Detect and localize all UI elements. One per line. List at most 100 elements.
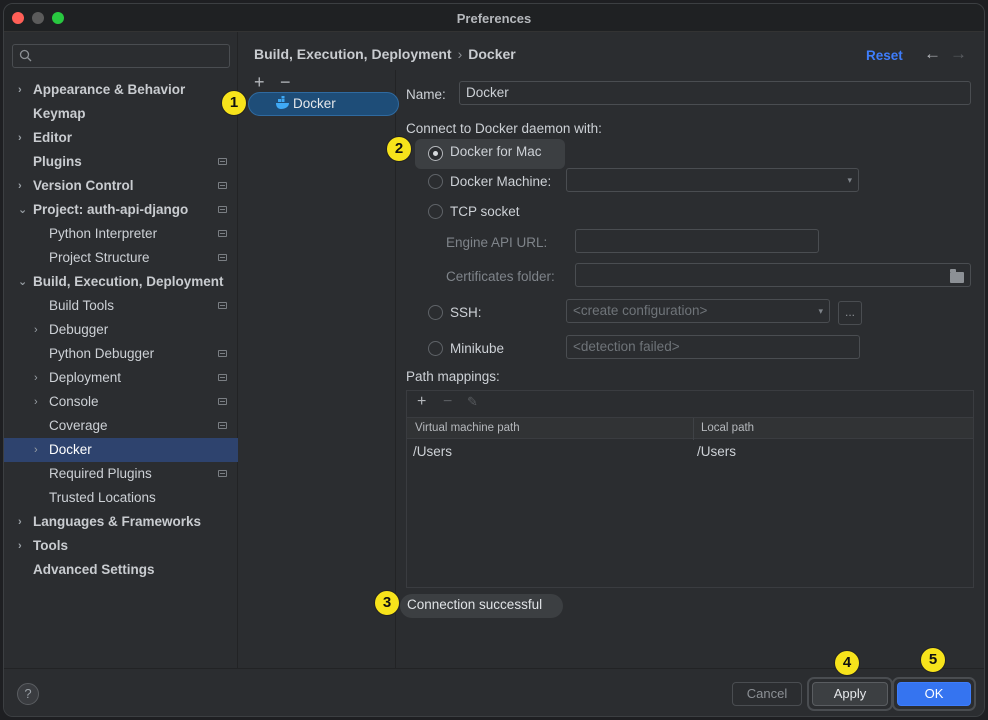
preferences-window: Preferences › Appearance & Behavior Keym…: [3, 3, 985, 717]
name-field[interactable]: Docker: [459, 81, 971, 105]
engine-api-url-input[interactable]: [575, 229, 819, 253]
annotation-marker-2: 2: [386, 136, 412, 162]
ssh-radio[interactable]: [428, 305, 443, 320]
column-local-path[interactable]: Local path: [701, 422, 754, 434]
add-mapping-icon[interactable]: +: [417, 393, 426, 411]
local-path-cell: /Users: [697, 444, 737, 459]
chevron-right-icon[interactable]: ›: [18, 510, 30, 534]
sidebar-item-tools[interactable]: › Tools: [4, 534, 238, 558]
project-level-icon: [218, 398, 227, 405]
sidebar-item-label: Version Control: [33, 178, 134, 193]
sidebar-item-project-structure[interactable]: Project Structure: [4, 246, 238, 270]
annotation-marker-5: 5: [920, 647, 946, 673]
connection-status-text: Connection successful: [407, 597, 543, 612]
sidebar-item-docker[interactable]: › Docker: [4, 438, 238, 462]
sidebar-item-plugins[interactable]: Plugins: [4, 150, 238, 174]
sidebar-item-keymap[interactable]: Keymap: [4, 102, 238, 126]
sidebar-item-coverage[interactable]: Coverage: [4, 414, 238, 438]
sidebar-item-label: Coverage: [49, 418, 108, 433]
edit-mapping-icon[interactable]: ✎: [467, 394, 478, 410]
chevron-right-icon[interactable]: ›: [34, 438, 46, 462]
sidebar-item-build-tools[interactable]: Build Tools: [4, 294, 238, 318]
chevron-down-icon[interactable]: ⌄: [18, 198, 30, 222]
add-icon[interactable]: +: [254, 72, 265, 93]
sidebar-item-label: Plugins: [33, 154, 82, 169]
chevron-right-icon[interactable]: ›: [18, 534, 30, 558]
sidebar-item-python-debugger[interactable]: Python Debugger: [4, 342, 238, 366]
column-vm-path[interactable]: Virtual machine path: [415, 422, 520, 434]
certificates-folder-input[interactable]: [575, 263, 971, 287]
chevron-right-icon[interactable]: ›: [34, 318, 46, 342]
sidebar-item-deployment[interactable]: › Deployment: [4, 366, 238, 390]
sidebar-item-advanced-settings[interactable]: Advanced Settings: [4, 558, 238, 582]
docker-list-item-label: Docker: [293, 96, 336, 111]
chevron-right-icon[interactable]: ›: [18, 126, 30, 150]
help-button[interactable]: ?: [17, 683, 39, 705]
sidebar-item-label: Build, Execution, Deployment: [33, 274, 224, 289]
chevron-right-icon[interactable]: ›: [34, 390, 46, 414]
cancel-button[interactable]: Cancel: [732, 682, 802, 706]
sidebar-item-debugger[interactable]: › Debugger: [4, 318, 238, 342]
sidebar-item-version-control[interactable]: › Version Control: [4, 174, 238, 198]
search-input[interactable]: [35, 47, 225, 65]
sidebar-item-required-plugins[interactable]: Required Plugins: [4, 462, 238, 486]
column-divider[interactable]: [693, 418, 694, 440]
sidebar-item-label: Build Tools: [49, 298, 115, 313]
ssh-config-placeholder: <create configuration>: [573, 303, 708, 318]
chevron-right-icon[interactable]: ›: [18, 78, 30, 102]
path-mappings-label: Path mappings:: [406, 369, 500, 384]
docker-for-mac-label[interactable]: Docker for Mac: [450, 144, 542, 159]
forward-arrow-icon[interactable]: →: [950, 44, 967, 64]
sidebar-item-project[interactable]: ⌄ Project: auth-api-django: [4, 198, 238, 222]
sidebar-item-trusted-locations[interactable]: Trusted Locations: [4, 486, 238, 510]
ssh-label[interactable]: SSH:: [450, 305, 482, 320]
sidebar-item-languages-frameworks[interactable]: › Languages & Frameworks: [4, 510, 238, 534]
docker-list-pane: [238, 70, 396, 668]
chevron-down-icon[interactable]: ⌄: [18, 270, 30, 294]
sidebar-item-label: Languages & Frameworks: [33, 514, 202, 529]
sidebar-item-label: Python Debugger: [49, 346, 155, 361]
apply-button[interactable]: Apply: [812, 682, 888, 706]
sidebar-item-build-execution-deployment[interactable]: ⌄ Build, Execution, Deployment: [4, 270, 238, 294]
folder-icon[interactable]: [950, 269, 964, 283]
docker-machine-label[interactable]: Docker Machine:: [450, 174, 551, 189]
sidebar-item-label: Advanced Settings: [33, 562, 155, 577]
ssh-more-button[interactable]: ...: [838, 301, 862, 325]
annotation-marker-1: 1: [221, 90, 247, 116]
reset-link[interactable]: Reset: [866, 48, 903, 63]
ok-button[interactable]: OK: [897, 682, 971, 706]
sidebar-item-editor[interactable]: › Editor: [4, 126, 238, 150]
connect-label: Connect to Docker daemon with:: [406, 121, 602, 136]
back-arrow-icon[interactable]: ←: [924, 44, 941, 64]
project-level-icon: [218, 422, 227, 429]
sidebar-item-label: Project: auth-api-django: [33, 202, 189, 217]
mappings-header: Virtual machine path Local path: [407, 417, 973, 440]
settings-search[interactable]: [12, 44, 230, 68]
sidebar-item-appearance[interactable]: › Appearance & Behavior: [4, 78, 238, 102]
sidebar-item-python-interpreter[interactable]: Python Interpreter: [4, 222, 238, 246]
minikube-label[interactable]: Minikube: [450, 341, 504, 356]
engine-api-url-label: Engine API URL:: [446, 235, 548, 250]
docker-machine-select[interactable]: ▾: [566, 168, 859, 192]
remove-mapping-icon[interactable]: −: [443, 393, 452, 411]
docker-machine-radio[interactable]: [428, 174, 443, 189]
docker-for-mac-radio[interactable]: [428, 146, 443, 161]
tcp-socket-label[interactable]: TCP socket: [450, 204, 520, 219]
chevron-right-icon[interactable]: ›: [34, 366, 46, 390]
settings-tree: › Appearance & Behavior Keymap › Editor …: [4, 78, 238, 582]
vm-path-cell: /Users: [413, 444, 453, 459]
sidebar-item-console[interactable]: › Console: [4, 390, 238, 414]
table-row[interactable]: /Users /Users: [407, 443, 973, 463]
minikube-radio[interactable]: [428, 341, 443, 356]
dropdown-arrow-icon: ▾: [818, 306, 823, 316]
breadcrumb-parent[interactable]: Build, Execution, Deployment: [254, 46, 452, 62]
remove-icon[interactable]: −: [280, 72, 291, 93]
chevron-right-icon[interactable]: ›: [18, 174, 30, 198]
certificates-folder-label: Certificates folder:: [446, 269, 555, 284]
tcp-socket-radio[interactable]: [428, 204, 443, 219]
docker-list-item[interactable]: Docker: [248, 92, 399, 116]
project-level-icon: [218, 158, 227, 165]
sidebar-item-label: Tools: [33, 538, 68, 553]
mappings-toolbar: + − ✎: [407, 391, 973, 415]
ssh-config-select[interactable]: <create configuration> ▾: [566, 299, 830, 323]
